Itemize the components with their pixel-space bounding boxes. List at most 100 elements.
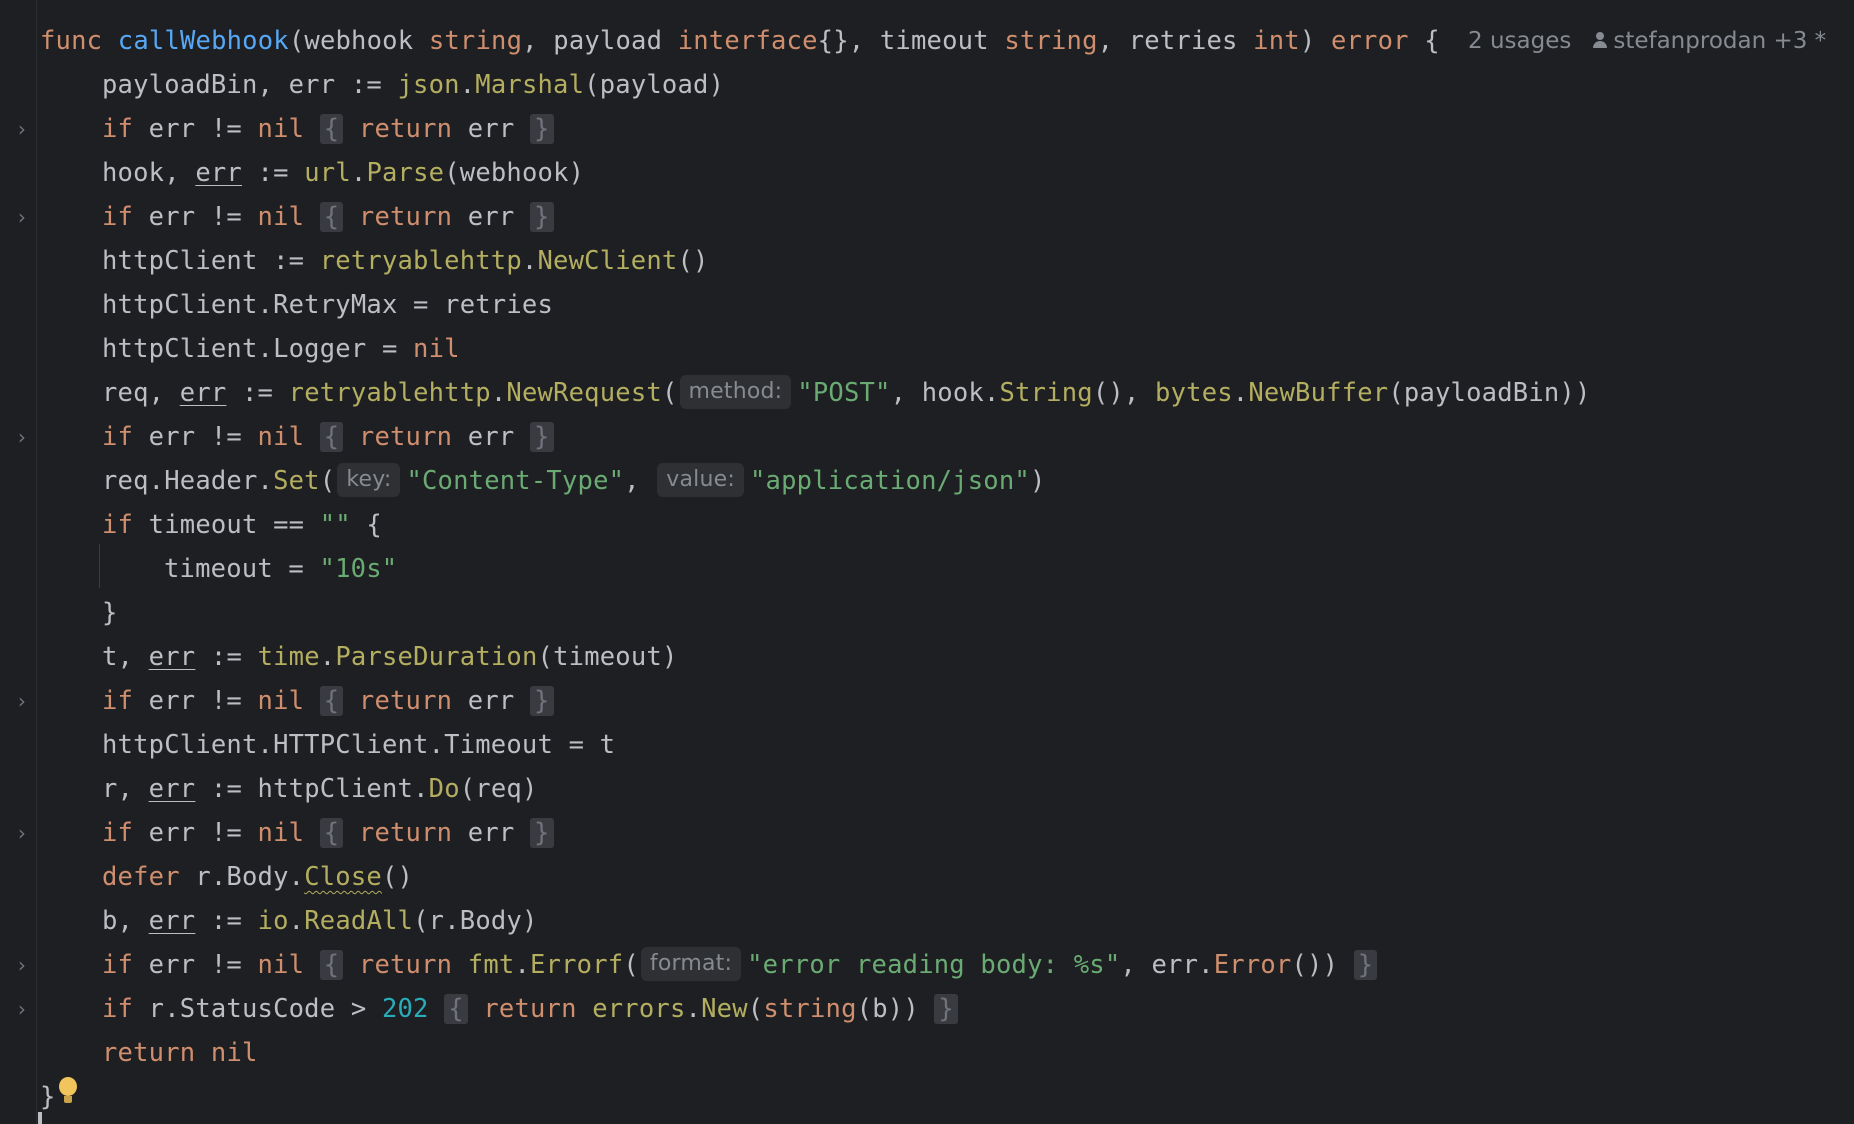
keyword-if: if xyxy=(102,422,134,452)
code-text: . xyxy=(319,642,336,672)
function-call: ParseDuration xyxy=(335,642,538,672)
code-text: err xyxy=(452,686,530,716)
keyword-if: if xyxy=(102,818,134,848)
code-line: return nil xyxy=(40,1031,1854,1075)
code-text: (webhook xyxy=(288,26,429,56)
code-text: := xyxy=(226,378,289,408)
folded-brace[interactable]: { xyxy=(319,950,344,980)
package-name: url xyxy=(304,158,351,188)
folded-brace[interactable]: { xyxy=(319,202,344,232)
package-name: io xyxy=(257,906,289,936)
code-text: ( xyxy=(747,994,764,1024)
folded-brace[interactable]: } xyxy=(1353,950,1378,980)
folded-brace[interactable]: } xyxy=(934,994,958,1024)
folded-brace[interactable]: } xyxy=(529,422,554,452)
code-editor[interactable]: 2 usages stefanprodan +3 * func callWebho… xyxy=(0,0,1854,1124)
code-area[interactable]: func callWebhook(webhook string, payload… xyxy=(18,19,1854,1119)
code-text: := xyxy=(195,906,258,936)
folded-brace[interactable]: { xyxy=(444,994,468,1024)
keyword-nil: nil xyxy=(257,950,305,980)
string-literal: "" xyxy=(319,510,351,540)
code-line: › if err != nil { return fmt.Errorf(forma… xyxy=(18,943,1854,987)
keyword-nil: nil xyxy=(413,334,460,364)
folded-brace[interactable]: } xyxy=(529,202,554,232)
keyword-return: return xyxy=(483,994,577,1024)
code-line: httpClient := retryablehttp.NewClient() xyxy=(40,239,1854,283)
folded-brace[interactable]: } xyxy=(529,818,554,848)
code-line: › if err != nil { return err } xyxy=(18,107,1854,151)
code-text: b, xyxy=(102,906,149,936)
keyword-if: if xyxy=(102,510,134,540)
code-text: (timeout) xyxy=(537,642,678,672)
keyword-if: if xyxy=(102,686,134,716)
code-text: ) xyxy=(1029,466,1046,496)
keyword-nil: nil xyxy=(257,202,305,232)
chevron-right-icon[interactable]: › xyxy=(10,415,34,459)
code-text: (payload) xyxy=(584,70,725,100)
type-name: string xyxy=(1004,26,1098,56)
code-text: . xyxy=(514,950,531,980)
keyword-func: func xyxy=(40,26,118,56)
keyword-return: return xyxy=(358,202,453,232)
keyword-return: return xyxy=(358,422,453,452)
folded-brace[interactable]: { xyxy=(319,114,344,144)
code-text: err != xyxy=(133,114,258,144)
code-text: ( xyxy=(661,378,678,408)
keyword-nil: nil xyxy=(257,686,305,716)
code-text: (), xyxy=(1092,378,1156,408)
code-text: err xyxy=(452,202,530,232)
folded-brace[interactable]: } xyxy=(529,686,554,716)
code-text: { xyxy=(350,510,382,540)
function-call-warning[interactable]: Close xyxy=(304,862,382,892)
function-call: Set xyxy=(273,466,320,496)
function-name[interactable]: callWebhook xyxy=(118,26,289,56)
keyword-if: if xyxy=(102,202,134,232)
chevron-right-icon[interactable]: › xyxy=(10,943,34,987)
code-text: , xyxy=(624,466,656,496)
chevron-right-icon[interactable]: › xyxy=(10,679,34,723)
code-text: err != xyxy=(133,202,258,232)
chevron-right-icon[interactable]: › xyxy=(10,987,34,1031)
folded-brace[interactable]: { xyxy=(319,422,344,452)
keyword-nil: nil xyxy=(257,114,305,144)
package-name: fmt xyxy=(467,950,515,980)
code-text: err != xyxy=(133,950,258,980)
code-text: err != xyxy=(133,422,258,452)
code-line: httpClient.RetryMax = retries xyxy=(40,283,1854,327)
type-name: string xyxy=(763,994,857,1024)
code-text: err != xyxy=(133,818,258,848)
code-text: payloadBin, err := xyxy=(102,70,398,100)
code-text: (b)) xyxy=(856,994,935,1024)
code-line: › if err != nil { return err } xyxy=(18,811,1854,855)
code-text: . xyxy=(521,246,538,276)
parameter-hint: format: xyxy=(640,947,742,981)
code-text: hook, xyxy=(102,158,196,188)
code-line: httpClient.Logger = nil xyxy=(40,327,1854,371)
folded-brace[interactable]: } xyxy=(529,114,554,144)
lightbulb-icon[interactable] xyxy=(58,1077,78,1107)
chevron-right-icon[interactable]: › xyxy=(10,107,34,151)
package-name: time xyxy=(257,642,320,672)
code-text: ) xyxy=(1299,26,1331,56)
code-line: httpClient.HTTPClient.Timeout = t xyxy=(40,723,1854,767)
reassigned-variable: err xyxy=(179,378,227,408)
code-text: { xyxy=(1408,26,1440,56)
chevron-right-icon[interactable]: › xyxy=(10,811,34,855)
folded-brace[interactable]: { xyxy=(319,686,344,716)
code-text: timeout = xyxy=(164,554,320,584)
chevron-right-icon[interactable]: › xyxy=(10,195,34,239)
keyword-return: return xyxy=(358,114,453,144)
type-name: error xyxy=(1330,26,1409,56)
code-text: ( xyxy=(319,466,336,496)
code-line: t, err := time.ParseDuration(timeout) xyxy=(40,635,1854,679)
folded-brace[interactable]: { xyxy=(319,818,344,848)
